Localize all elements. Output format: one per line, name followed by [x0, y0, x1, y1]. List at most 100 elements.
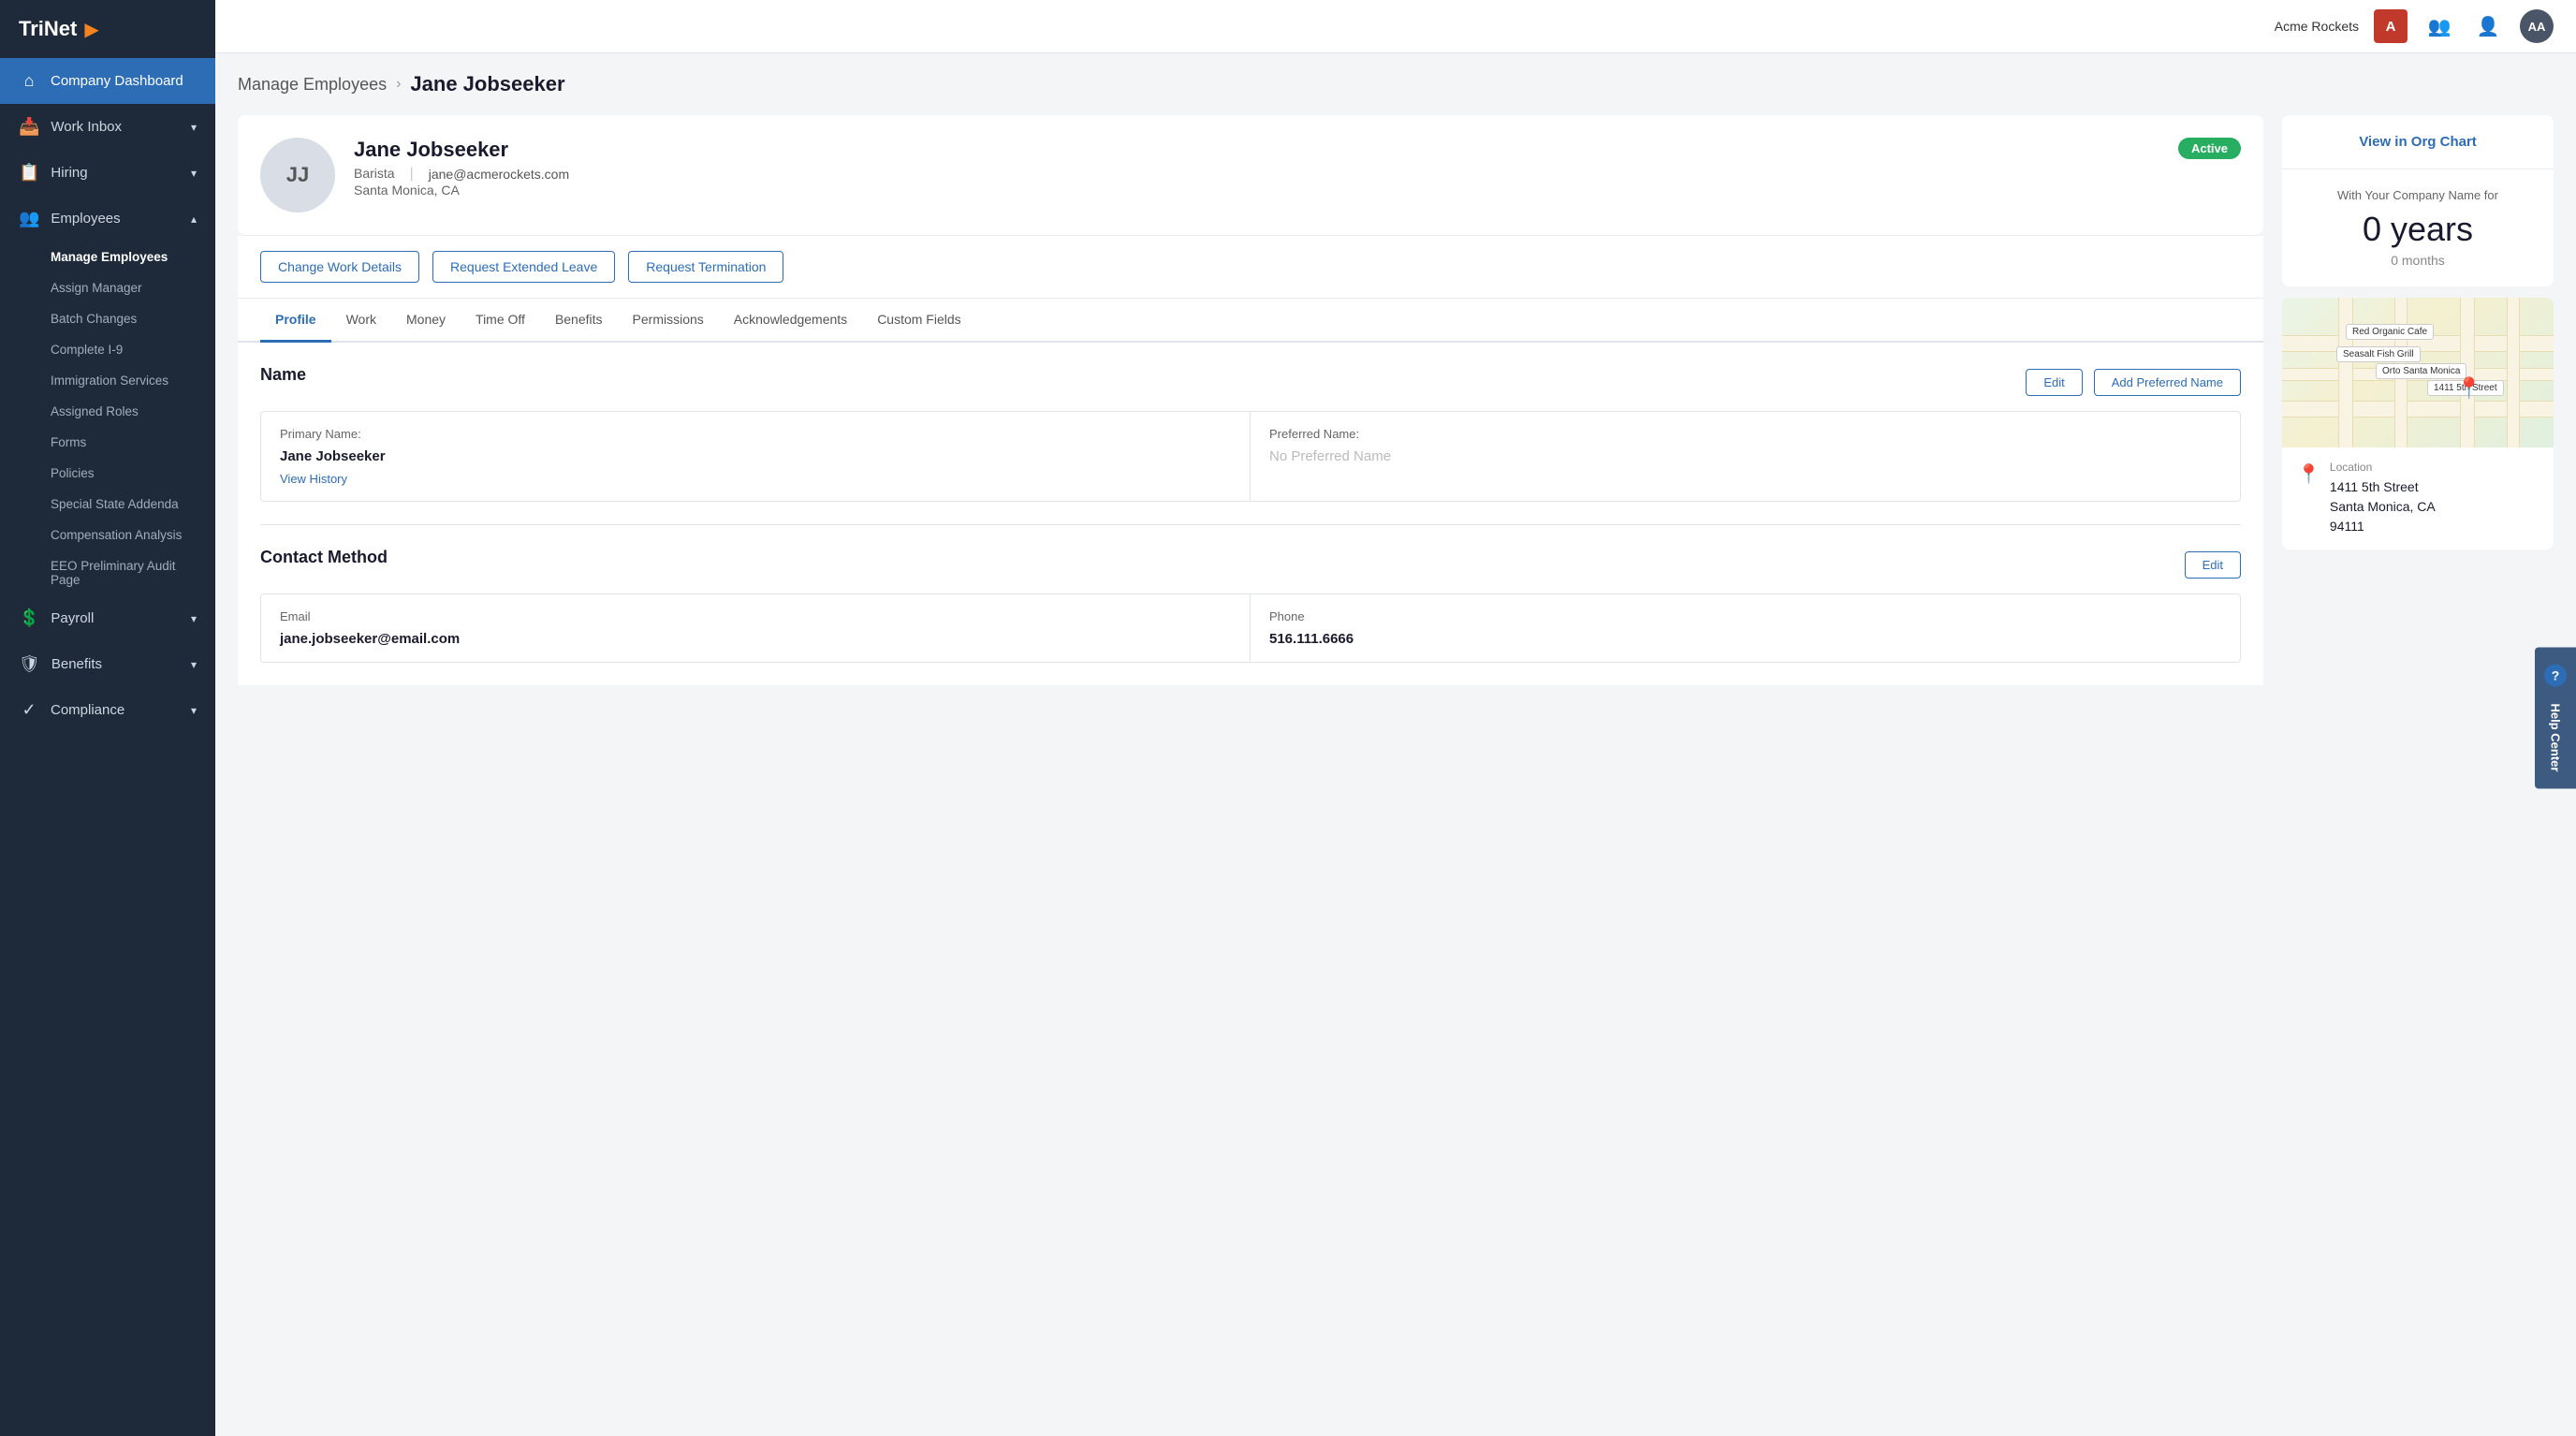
name-section-actions: Edit Add Preferred Name	[2026, 369, 2241, 396]
employee-email: jane@acmerockets.com	[429, 167, 569, 182]
tab-custom-fields[interactable]: Custom Fields	[862, 299, 975, 343]
sidebar-item-compensation-analysis[interactable]: Compensation Analysis	[0, 520, 215, 550]
chevron-down-icon: ▾	[191, 612, 197, 625]
contact-section-header: Contact Method Edit	[260, 548, 2241, 582]
sidebar-item-eeo-audit[interactable]: EEO Preliminary Audit Page	[0, 550, 215, 595]
sidebar-item-hiring[interactable]: 📋 Hiring ▾	[0, 150, 215, 196]
breadcrumb-separator: ›	[396, 76, 401, 93]
change-work-details-button[interactable]: Change Work Details	[260, 251, 419, 283]
sidebar-item-label: Payroll	[51, 610, 94, 626]
home-icon: ⌂	[19, 71, 39, 91]
tab-acknowledgements[interactable]: Acknowledgements	[719, 299, 862, 343]
team-icon-button[interactable]: 👥	[2422, 9, 2456, 43]
sidebar-item-label: Hiring	[51, 165, 87, 181]
company-name: Acme Rockets	[2275, 19, 2359, 34]
tab-benefits[interactable]: Benefits	[540, 299, 618, 343]
map-label-2: Seasalt Fish Grill	[2336, 346, 2421, 362]
phone-cell: Phone 516.111.6666	[1251, 594, 2240, 662]
content-area: Manage Employees › Jane Jobseeker JJ Jan…	[215, 53, 2576, 1436]
location-address: 1411 5th Street Santa Monica, CA 94111	[2330, 477, 2436, 536]
name-section-header: Name Edit Add Preferred Name	[260, 365, 2241, 400]
user-icon-button[interactable]: 👤	[2471, 9, 2505, 43]
status-badge: Active	[2178, 138, 2241, 159]
request-extended-leave-button[interactable]: Request Extended Leave	[432, 251, 615, 283]
help-question-mark: ?	[2544, 665, 2567, 687]
tab-work[interactable]: Work	[331, 299, 391, 343]
logo[interactable]: TriNet ▶	[0, 0, 215, 58]
sidebar-item-batch-changes[interactable]: Batch Changes	[0, 303, 215, 334]
view-history-link[interactable]: View History	[280, 472, 1231, 486]
payroll-icon: 💲	[19, 608, 39, 628]
phone-value: 516.111.6666	[1269, 631, 2221, 647]
edit-name-button[interactable]: Edit	[2026, 369, 2082, 396]
edit-contact-button[interactable]: Edit	[2185, 551, 2241, 579]
user-avatar-button[interactable]: AA	[2520, 9, 2554, 43]
profile-content: Name Edit Add Preferred Name Primary Nam…	[238, 343, 2263, 685]
contact-section-title: Contact Method	[260, 548, 388, 567]
logo-arrow: ▶	[84, 18, 98, 41]
chevron-down-icon: ▾	[191, 658, 197, 671]
help-center-button[interactable]: ? Help Center	[2535, 648, 2576, 789]
sidebar-item-payroll[interactable]: 💲 Payroll ▾	[0, 595, 215, 641]
right-panel: View in Org Chart With Your Company Name…	[2282, 115, 2554, 685]
location-icon: 📍	[2297, 462, 2320, 486]
employee-name: Jane Jobseeker	[354, 138, 2159, 162]
tab-time-off[interactable]: Time Off	[461, 299, 540, 343]
sidebar-item-company-dashboard[interactable]: ⌂ Company Dashboard	[0, 58, 215, 104]
employee-card: JJ Jane Jobseeker Barista | jane@acmeroc…	[238, 115, 2263, 236]
sidebar-item-compliance[interactable]: ✓ Compliance ▾	[0, 687, 215, 733]
employee-info: Jane Jobseeker Barista | jane@acmerocket…	[354, 138, 2159, 198]
sidebar-item-policies[interactable]: Policies	[0, 458, 215, 489]
sidebar-item-immigration-services[interactable]: Immigration Services	[0, 365, 215, 396]
location-info: 📍 Location 1411 5th Street Santa Monica,…	[2282, 447, 2554, 549]
tab-profile[interactable]: Profile	[260, 299, 331, 343]
chevron-down-icon: ▾	[191, 167, 197, 180]
tab-permissions[interactable]: Permissions	[618, 299, 719, 343]
location-details: Location 1411 5th Street Santa Monica, C…	[2330, 461, 2436, 536]
org-chart-card: View in Org Chart With Your Company Name…	[2282, 115, 2554, 286]
sidebar-item-label: Company Dashboard	[51, 73, 183, 89]
preferred-name-label: Preferred Name:	[1269, 427, 2221, 441]
sidebar-item-complete-i9[interactable]: Complete I-9	[0, 334, 215, 365]
map-label-3: Orto Santa Monica	[2376, 363, 2466, 379]
employees-submenu: Manage Employees Assign Manager Batch Ch…	[0, 242, 215, 595]
sidebar-item-assign-manager[interactable]: Assign Manager	[0, 272, 215, 303]
team-icon: 👥	[2428, 15, 2452, 38]
map-pin: 📍	[2456, 376, 2481, 401]
user-icon: 👤	[2477, 15, 2500, 38]
name-section-title: Name	[260, 365, 306, 385]
action-buttons: Change Work Details Request Extended Lea…	[238, 236, 2263, 299]
primary-name-cell: Primary Name: Jane Jobseeker View Histor…	[261, 412, 1251, 501]
view-org-chart-link[interactable]: View in Org Chart	[2282, 115, 2554, 169]
sidebar-item-special-state-addenda[interactable]: Special State Addenda	[0, 489, 215, 520]
logo-text: TriNet	[19, 17, 77, 41]
add-preferred-name-button[interactable]: Add Preferred Name	[2094, 369, 2241, 396]
sidebar-item-forms[interactable]: Forms	[0, 427, 215, 458]
topbar: Acme Rockets A 👥 👤 AA	[215, 0, 2576, 53]
sidebar: TriNet ▶ ⌂ Company Dashboard 📥 Work Inbo…	[0, 0, 215, 1436]
main-panel: JJ Jane Jobseeker Barista | jane@acmeroc…	[238, 115, 2263, 685]
sidebar-item-manage-employees[interactable]: Manage Employees	[0, 242, 215, 272]
sidebar-item-label: Work Inbox	[51, 119, 122, 135]
sidebar-item-assigned-roles[interactable]: Assigned Roles	[0, 396, 215, 427]
tabs-bar: Profile Work Money Time Off Benefits Per…	[238, 299, 2263, 343]
tab-money[interactable]: Money	[391, 299, 461, 343]
request-termination-button[interactable]: Request Termination	[628, 251, 783, 283]
email-value: jane.jobseeker@email.com	[280, 631, 1231, 647]
chevron-up-icon: ▴	[191, 212, 197, 226]
contact-section: Contact Method Edit Email jane.jobseeker…	[260, 548, 2241, 663]
sidebar-item-employees[interactable]: 👥 Employees ▴	[0, 196, 215, 242]
sidebar-item-label: Employees	[51, 211, 120, 227]
location-label: Location	[2330, 461, 2436, 474]
benefits-icon: 🛡	[19, 654, 40, 674]
sidebar-item-benefits[interactable]: 🛡 Benefits ▾	[0, 641, 215, 687]
employee-title: Barista	[354, 166, 395, 181]
breadcrumb-parent[interactable]: Manage Employees	[238, 75, 387, 95]
sidebar-item-work-inbox[interactable]: 📥 Work Inbox ▾	[0, 104, 215, 150]
inbox-icon: 📥	[19, 117, 39, 137]
employees-icon: 👥	[19, 209, 39, 228]
avatar: JJ	[260, 138, 335, 212]
breadcrumb: Manage Employees › Jane Jobseeker	[238, 72, 2554, 96]
compliance-icon: ✓	[19, 700, 39, 720]
content-layout: JJ Jane Jobseeker Barista | jane@acmeroc…	[238, 115, 2554, 685]
